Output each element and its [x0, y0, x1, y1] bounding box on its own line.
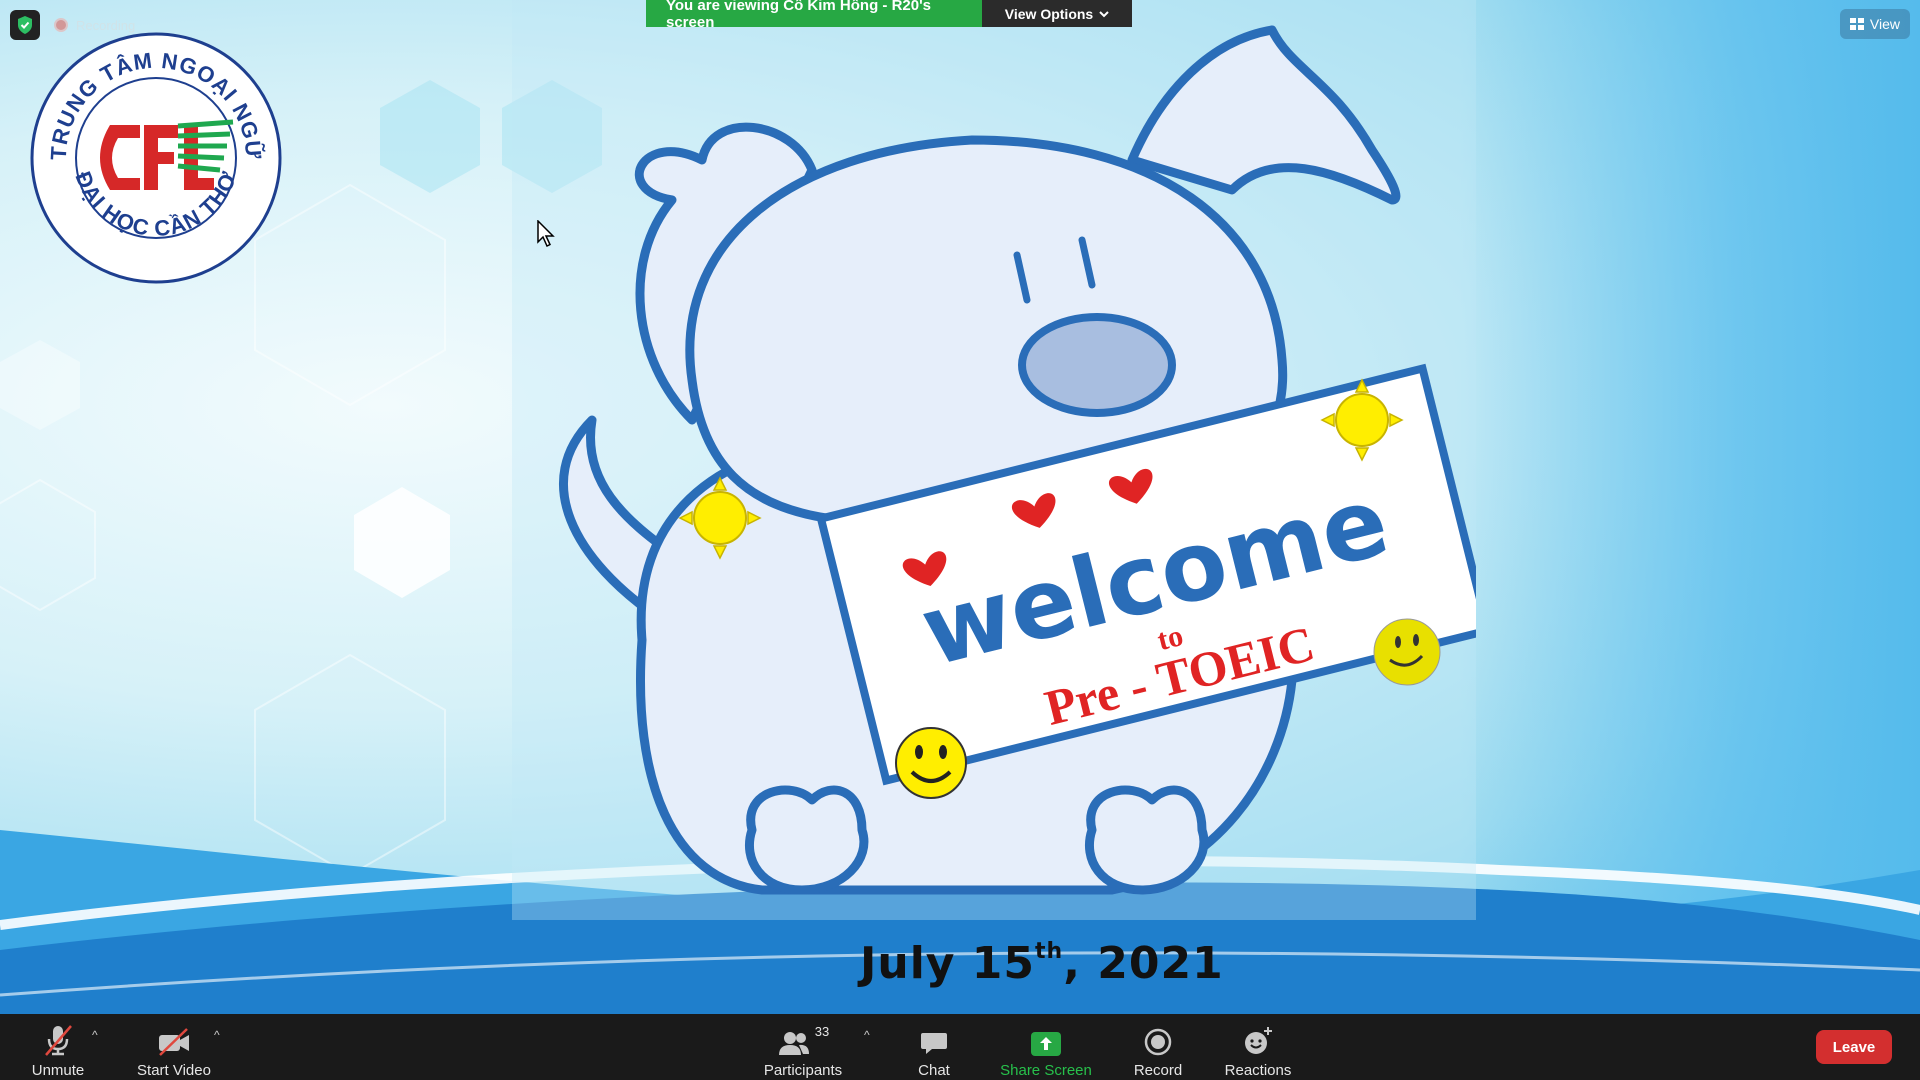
chevron-down-icon: [1099, 10, 1109, 17]
leave-button[interactable]: Leave: [1816, 1030, 1892, 1064]
unmute-label: Unmute: [31, 1062, 85, 1079]
video-options-caret-icon[interactable]: ^: [214, 1028, 220, 1042]
smiley-icon: [1373, 618, 1441, 686]
view-layout-button[interactable]: View: [1839, 9, 1910, 39]
start-video-label: Start Video: [137, 1062, 211, 1079]
meeting-toolbar: Unmute ^ Start Video ^ 33 Participants ^: [0, 1014, 1920, 1080]
share-screen-button[interactable]: Share Screen: [996, 1014, 1096, 1080]
participants-label: Participants: [763, 1062, 843, 1079]
muted-microphone-icon: [45, 1025, 72, 1056]
record-icon: [1144, 1028, 1172, 1056]
participants-button[interactable]: 33 Participants: [756, 1014, 850, 1080]
mouse-cursor-icon: [537, 220, 555, 248]
share-screen-icon: [1031, 1032, 1061, 1056]
participants-icon: [778, 1032, 809, 1055]
record-label: Record: [1133, 1062, 1183, 1079]
smiley-icon: [895, 727, 967, 799]
slide-date: July 15th, 2021: [860, 938, 1224, 989]
share-screen-label: Share Screen: [1000, 1062, 1092, 1079]
date-main: July 15: [860, 938, 1036, 989]
viewing-banner: You are viewing Cô Kim Hồng - R20's scre…: [646, 0, 1132, 31]
unmute-button[interactable]: Unmute: [22, 1014, 94, 1080]
view-options-button[interactable]: View Options: [982, 0, 1132, 27]
participants-caret-icon[interactable]: ^: [864, 1028, 870, 1042]
view-label: View: [1869, 16, 1900, 32]
reactions-label: Reactions: [1224, 1062, 1292, 1079]
reactions-icon: [1245, 1027, 1272, 1054]
start-video-button[interactable]: Start Video: [130, 1014, 218, 1080]
chat-label: Chat: [918, 1062, 950, 1079]
viewing-message: You are viewing Cô Kim Hồng - R20's scre…: [646, 0, 982, 31]
shared-screen: Recording TRUNG TÂM NGOẠI NGỮ ĐẠI HỌC CẦ…: [0, 0, 1920, 1014]
grid-icon: [1849, 18, 1864, 30]
date-suffix: th: [1035, 939, 1064, 965]
reactions-button[interactable]: Reactions: [1222, 1014, 1294, 1080]
participants-count: 33: [814, 1024, 830, 1039]
slide-illustration: welcome to Pre - TOEIC: [512, 0, 1476, 920]
date-year: , 2021: [1063, 938, 1224, 989]
center-logo: TRUNG TÂM NGOẠI NGỮ ĐẠI HỌC CẦN THƠ: [30, 32, 282, 284]
audio-options-caret-icon[interactable]: ^: [92, 1028, 98, 1042]
chat-button[interactable]: Chat: [902, 1014, 966, 1080]
view-options-label: View Options: [1004, 5, 1094, 22]
record-button[interactable]: Record: [1124, 1014, 1192, 1080]
video-off-icon: [159, 1028, 189, 1056]
chat-icon: [921, 1033, 947, 1054]
